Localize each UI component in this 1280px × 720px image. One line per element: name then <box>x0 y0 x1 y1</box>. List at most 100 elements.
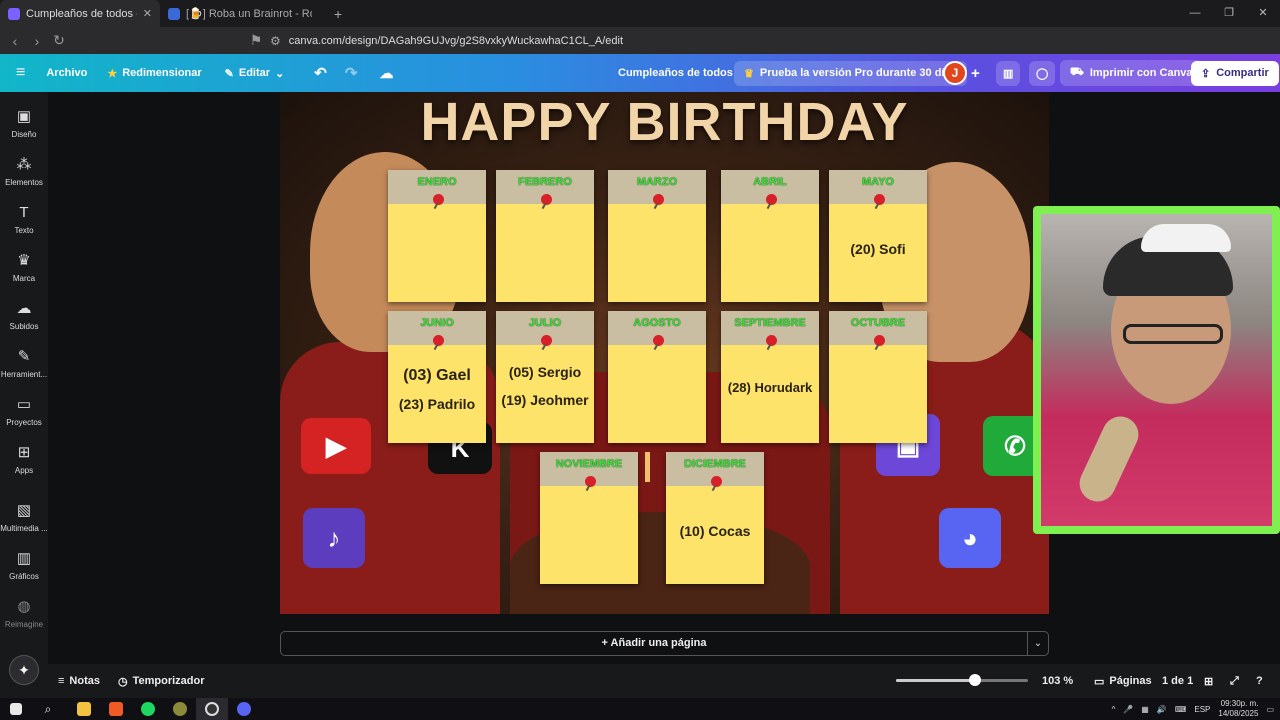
month-label: AGOSTO <box>633 317 681 329</box>
chevron-up-icon[interactable]: ^ <box>1112 705 1116 714</box>
reload-icon[interactable]: ↻ <box>48 32 70 49</box>
note-diciembre[interactable]: DICIEMBRE (10) Cocas <box>666 452 764 584</box>
note-febrero[interactable]: FEBRERO <box>496 170 594 302</box>
sidebar-item-multimedia[interactable]: ▧ Multimedia ... <box>0 502 48 533</box>
sidebar-item-subidos[interactable]: ☁ Subidos <box>0 300 48 331</box>
volume-icon[interactable]: 🔊 <box>1157 705 1167 714</box>
month-label: MARZO <box>636 176 678 188</box>
sidebar-item-graficos[interactable]: ▥ Gráficos <box>0 550 48 581</box>
network-icon[interactable]: ▦ <box>1141 705 1149 714</box>
birthday-names: (28) Horudark <box>721 379 819 407</box>
hamburger-menu-icon[interactable]: ≡ <box>16 64 25 82</box>
design-page[interactable]: ▶ ♪ K ▣ ✆ ◕ HAPPY BIRTHDAY ENERO FEBRERO… <box>280 92 1049 614</box>
magic-assistant-icon[interactable]: ✦ <box>9 655 39 685</box>
note-abril[interactable]: ABRIL <box>721 170 819 302</box>
mic-icon[interactable]: 🎤 <box>1123 705 1133 714</box>
note-junio[interactable]: JUNIO (03) Gael (23) Padrilo <box>388 311 486 443</box>
avatar[interactable]: J <box>943 61 967 85</box>
layout-icon: ▣ <box>16 108 32 125</box>
month-label: ABRIL <box>753 176 787 188</box>
fullscreen-icon[interactable]: ⤢ <box>1230 675 1239 688</box>
cloud-saved-icon[interactable]: ☁ <box>379 65 393 82</box>
month-label: SEPTIEMBRE <box>734 317 806 329</box>
note-julio[interactable]: JULIO (05) Sergio (19) Jeohmer <box>496 311 594 443</box>
comments-icon[interactable]: ◯ <box>1029 60 1056 86</box>
tab-roblox[interactable]: [🍺] Roba un Brainrot - Roblox <box>160 0 320 27</box>
sidebar-item-texto[interactable]: T Texto <box>0 204 48 235</box>
sidebar-item-marca[interactable]: ♛ Marca <box>0 252 48 283</box>
close-window-icon[interactable]: ✕ <box>1246 0 1280 27</box>
sidebar-item-apps[interactable]: ⊞ Apps <box>0 444 48 475</box>
obs-icon[interactable] <box>196 698 228 720</box>
birthday-names: (03) Gael (23) Padrilo <box>388 367 486 423</box>
pro-trial-button[interactable]: ♛ Prueba la versión Pro durante 30 días <box>734 60 967 86</box>
menu-editar[interactable]: ✎ Editar ⌄ <box>225 67 285 80</box>
upload-icon: ☁ <box>16 300 32 317</box>
back-icon[interactable]: ‹ <box>4 33 26 49</box>
close-tab-icon[interactable]: ✕ <box>143 7 152 20</box>
notes-button[interactable]: ≡ Notas <box>58 675 100 687</box>
document-title[interactable]: Cumpleaños de todos <box>618 67 733 79</box>
tab-canva[interactable]: Cumpleaños de todos - A4 (hori ✕ <box>0 0 160 27</box>
undo-icon[interactable]: ↶ <box>314 64 327 82</box>
redo-icon[interactable]: ↷ <box>345 64 358 82</box>
timer-icon: ◷ <box>117 675 128 688</box>
chevron-down-icon[interactable]: ⌄ <box>1027 631 1049 656</box>
tab-title: [🍺] Roba un Brainrot - Roblox <box>186 8 312 20</box>
help-icon[interactable]: ? <box>1256 675 1263 687</box>
note-marzo[interactable]: MARZO <box>608 170 706 302</box>
spotify-icon[interactable] <box>132 698 164 720</box>
sidebar-item-diseno[interactable]: ▣ Diseño <box>0 108 48 139</box>
timer-button[interactable]: ◷ Temporizador <box>118 675 205 688</box>
url-field[interactable]: ⚙ canva.com/design/DAGah9GUJvg/g2S8vxkyW… <box>270 30 990 51</box>
restore-icon[interactable]: ❐ <box>1212 0 1246 27</box>
sidebar-item-proyectos[interactable]: ▭ Proyectos <box>0 396 48 427</box>
site-settings-icon[interactable]: ⚙ <box>270 34 281 48</box>
note-septiembre[interactable]: SEPTIEMBRE (28) Horudark <box>721 311 819 443</box>
discord-taskbar-icon[interactable] <box>228 698 260 720</box>
clock[interactable]: 09:30p. m. 14/08/2025 <box>1218 699 1258 719</box>
sidebar-item-elementos[interactable]: ⁂ Elementos <box>0 156 48 187</box>
add-page-button[interactable]: + Añadir una página <box>280 631 1028 656</box>
note-noviembre[interactable]: NOVIEMBRE <box>540 452 638 584</box>
truck-icon: ⛟ <box>1070 66 1084 78</box>
zoom-slider[interactable] <box>896 674 1028 686</box>
month-label: MAYO <box>862 176 894 188</box>
note-mayo[interactable]: MAYO (20) Sofi <box>829 170 927 302</box>
bookmark-icon[interactable]: ⚑ <box>245 32 267 49</box>
zoom-level[interactable]: 103 % <box>1042 675 1073 687</box>
sidebar-item-herramientas[interactable]: ✎ Herramient... <box>0 348 48 379</box>
new-tab-icon[interactable]: + <box>334 6 342 22</box>
search-icon[interactable]: ⌕ <box>32 698 64 720</box>
language-indicator[interactable]: ESP <box>1194 705 1210 714</box>
menu-archivo[interactable]: Archivo <box>46 67 87 79</box>
minimize-icon[interactable]: — <box>1178 0 1212 27</box>
menu-redimensionar[interactable]: ★ Redimensionar <box>107 67 201 80</box>
share-button[interactable]: ⇪ Compartir <box>1191 60 1279 86</box>
brand-icon: ♛ <box>17 252 31 269</box>
windows-start-icon[interactable] <box>0 698 32 720</box>
grid-view-icon[interactable]: ⊞ <box>1204 675 1213 688</box>
notifications-icon[interactable]: ▭ <box>1266 705 1274 714</box>
sidebar-item-reimagine[interactable]: ◍ Reimagine <box>0 598 48 629</box>
keyboard-icon[interactable]: ⌨ <box>1175 705 1187 714</box>
share-icon: ⇪ <box>1201 67 1211 80</box>
birthday-title[interactable]: HAPPY BIRTHDAY <box>280 92 1049 152</box>
chevron-down-icon: ⌄ <box>275 67 285 80</box>
print-button[interactable]: ⛟ Imprimir con Canva <box>1060 60 1203 86</box>
pages-button[interactable]: ▭ Páginas <box>1094 675 1152 688</box>
brave-browser-icon[interactable] <box>100 698 132 720</box>
note-enero[interactable]: ENERO <box>388 170 486 302</box>
file-explorer-icon[interactable] <box>68 698 100 720</box>
zoom-slider-knob[interactable] <box>969 674 982 686</box>
app-icon[interactable] <box>164 698 196 720</box>
forward-icon[interactable]: › <box>26 33 48 49</box>
candle <box>645 452 650 482</box>
add-collaborator-icon[interactable]: + <box>971 65 980 82</box>
note-agosto[interactable]: AGOSTO <box>608 311 706 443</box>
note-octubre[interactable]: OCTUBRE <box>829 311 927 443</box>
shapes-icon: ⁂ <box>16 156 32 173</box>
insights-icon[interactable]: ▥ <box>996 60 1021 86</box>
apps-icon: ⊞ <box>17 444 31 461</box>
pushpin-icon <box>585 476 596 487</box>
